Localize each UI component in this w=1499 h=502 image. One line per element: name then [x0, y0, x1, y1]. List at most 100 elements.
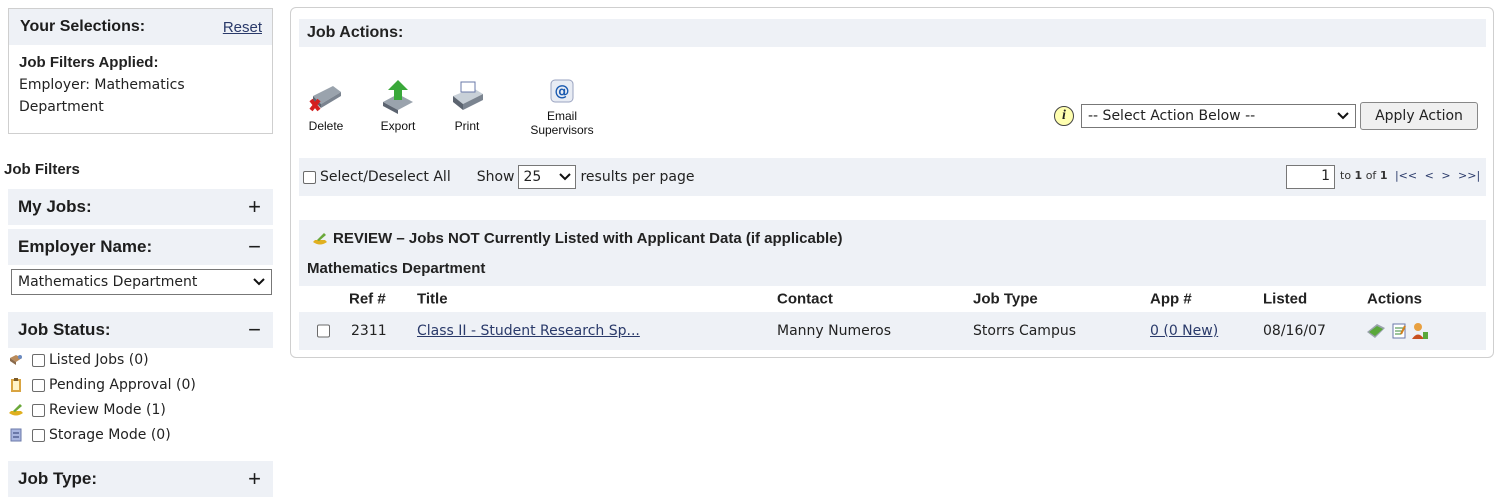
- chevron-down-icon: [559, 173, 572, 181]
- per-page-select[interactable]: 25: [518, 165, 577, 189]
- select-all-label: Select/Deselect All: [320, 169, 451, 185]
- review-mode-checkbox[interactable]: [32, 403, 45, 417]
- print-label: Print: [454, 119, 480, 133]
- expand-icon[interactable]: +: [248, 194, 261, 220]
- col-ref: Ref #: [349, 290, 386, 308]
- apply-action-button[interactable]: Apply Action: [1360, 102, 1478, 130]
- status-item-pending: Pending Approval (0): [8, 375, 196, 395]
- review-group: REVIEW – Jobs NOT Currently Listed with …: [299, 220, 1486, 350]
- notes-icon[interactable]: [1391, 322, 1407, 340]
- export-button[interactable]: Export: [379, 78, 417, 133]
- col-title: Title: [417, 290, 448, 308]
- review-icon: [313, 232, 327, 244]
- collapse-icon[interactable]: −: [248, 317, 261, 343]
- table-row: 2311 Class II - Student Research Sp... M…: [299, 312, 1486, 350]
- review-mode-label: Review Mode (1): [49, 402, 166, 418]
- pager-row: Select/Deselect All Show 25 results per …: [299, 158, 1486, 196]
- export-label: Export: [380, 119, 416, 133]
- row-contact: Manny Numeros: [777, 323, 892, 339]
- to-label: to: [1340, 169, 1352, 182]
- clipboard-icon: [11, 378, 21, 392]
- table-header: Ref # Title Contact Job Type App # Liste…: [299, 286, 1486, 312]
- page-number-input[interactable]: 1: [1286, 165, 1335, 189]
- selections-header: Your Selections: Reset: [9, 9, 272, 45]
- delete-icon: [309, 86, 341, 112]
- expand-icon[interactable]: +: [248, 466, 261, 492]
- my-jobs-label: My Jobs:: [18, 197, 92, 216]
- employer-filter-bar[interactable]: Employer Name: −: [8, 229, 273, 265]
- prev-page-link[interactable]: <: [1425, 169, 1434, 182]
- email-icon: @: [550, 79, 574, 103]
- employer-subheading: Mathematics Department: [307, 260, 486, 277]
- review-group-title-text: REVIEW – Jobs NOT Currently Listed with …: [333, 230, 843, 247]
- export-icon: [383, 80, 413, 114]
- listed-jobs-label: Listed Jobs (0): [49, 352, 149, 368]
- range-total: 1: [1379, 169, 1388, 182]
- delete-label: Delete: [308, 119, 344, 133]
- next-page-link[interactable]: >: [1441, 169, 1450, 182]
- print-button[interactable]: Print: [447, 78, 487, 133]
- info-icon[interactable]: i: [1054, 106, 1074, 126]
- select-all-checkbox[interactable]: [303, 170, 316, 184]
- status-item-storage: Storage Mode (0): [8, 425, 171, 445]
- row-listed: 08/16/07: [1263, 323, 1326, 339]
- action-select[interactable]: -- Select Action Below --: [1081, 104, 1356, 128]
- collapse-icon[interactable]: −: [248, 234, 261, 260]
- storage-mode-label: Storage Mode (0): [49, 427, 171, 443]
- show-label: Show: [476, 169, 515, 185]
- job-actions-panel: Job Actions: Delete Export Print @ Email…: [290, 7, 1494, 358]
- storage-mode-checkbox[interactable]: [32, 428, 45, 442]
- pager-nav: to 1 of 1 |<< < > >>|: [1340, 169, 1480, 182]
- row-checkbox[interactable]: [317, 324, 330, 338]
- employer-label: Employer Name:: [18, 237, 153, 256]
- job-filters-title: Job Filters: [4, 161, 80, 178]
- chevron-down-icon: [253, 278, 265, 286]
- pending-approval-label: Pending Approval (0): [49, 377, 196, 393]
- employer-selected-value: Mathematics Department: [18, 274, 198, 290]
- email-supervisors-button[interactable]: @ Email Supervisors: [527, 78, 597, 137]
- chevron-down-icon: [1337, 112, 1349, 120]
- applicant-icon[interactable]: [1411, 322, 1429, 340]
- listed-jobs-checkbox[interactable]: [32, 353, 45, 367]
- row-job-type: Storrs Campus: [973, 323, 1076, 339]
- row-actions: [1365, 322, 1429, 340]
- per-page-value: 25: [523, 169, 542, 185]
- storage-icon: [10, 428, 22, 442]
- job-status-filter-bar[interactable]: Job Status: −: [8, 312, 273, 348]
- status-item-review: Review Mode (1): [8, 400, 166, 420]
- job-type-filter-bar[interactable]: Job Type: +: [8, 461, 273, 497]
- edit-tag-icon[interactable]: [1365, 322, 1387, 340]
- row-ref: 2311: [351, 323, 387, 339]
- job-type-label: Job Type:: [18, 469, 98, 488]
- job-status-label: Job Status:: [18, 320, 111, 339]
- col-contact: Contact: [777, 290, 833, 308]
- col-app: App #: [1150, 290, 1192, 308]
- review-icon: [9, 404, 23, 416]
- col-listed: Listed: [1263, 290, 1308, 308]
- selections-title: Your Selections:: [20, 18, 146, 35]
- my-jobs-filter-bar[interactable]: My Jobs: +: [8, 189, 273, 225]
- employer-select[interactable]: Mathematics Department: [11, 269, 272, 295]
- col-actions: Actions: [1367, 290, 1423, 308]
- svg-text:@: @: [555, 82, 570, 100]
- listed-icon: [10, 355, 22, 365]
- selections-body: Job Filters Applied: Employer: Mathemati…: [9, 45, 272, 118]
- job-actions-header: Job Actions:: [299, 19, 1486, 47]
- reset-link[interactable]: Reset: [223, 19, 262, 36]
- col-job-type: Job Type: [973, 290, 1038, 308]
- first-page-link[interactable]: |<<: [1395, 169, 1417, 182]
- row-title-link[interactable]: Class II - Student Research Sp...: [417, 323, 640, 339]
- email-supervisors-label: Email Supervisors: [530, 109, 594, 137]
- print-icon: [453, 81, 483, 110]
- filters-applied-label: Job Filters Applied:: [19, 54, 159, 71]
- review-group-title: REVIEW – Jobs NOT Currently Listed with …: [311, 230, 843, 247]
- applied-filter-line2: Department: [19, 99, 104, 115]
- row-app-link[interactable]: 0 (0 New): [1150, 323, 1218, 339]
- results-per-page-label: results per page: [580, 169, 695, 185]
- last-page-link[interactable]: >>|: [1458, 169, 1480, 182]
- status-item-listed: Listed Jobs (0): [8, 350, 149, 370]
- action-select-value: -- Select Action Below --: [1088, 108, 1256, 124]
- selections-box: Your Selections: Reset Job Filters Appli…: [8, 8, 273, 134]
- pending-approval-checkbox[interactable]: [32, 378, 45, 392]
- delete-button[interactable]: Delete: [307, 78, 345, 133]
